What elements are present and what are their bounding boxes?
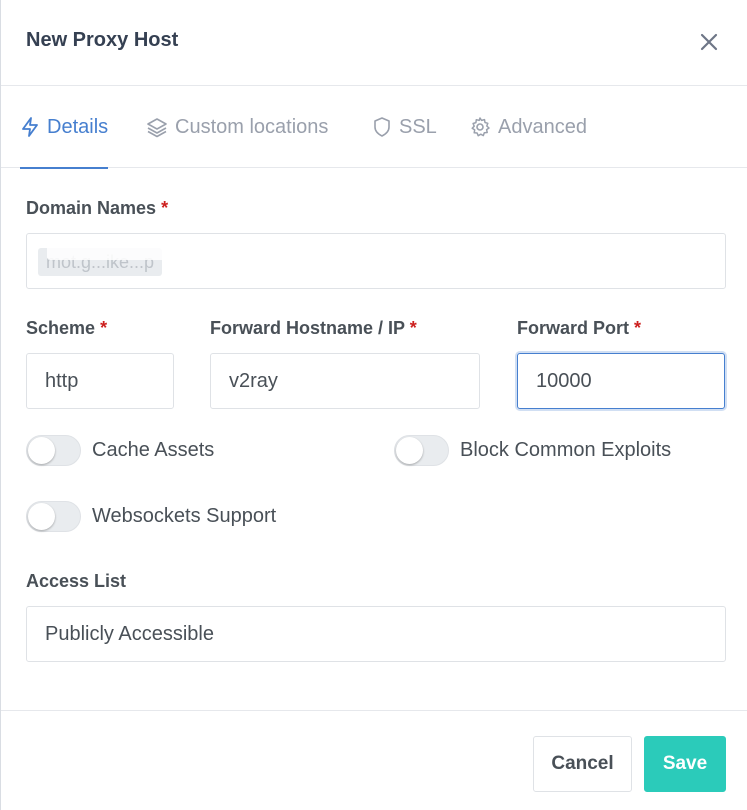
tab-label: Advanced <box>498 115 587 138</box>
block-exploits-toggle[interactable]: Block Common Exploits <box>394 435 671 466</box>
shield-icon <box>374 117 390 137</box>
tab-ssl[interactable]: SSL <box>372 86 437 168</box>
toggle-label: Cache Assets <box>92 439 215 461</box>
required-mark: * <box>161 198 169 218</box>
proxy-host-modal: New Proxy Host Details Custom locations <box>0 0 747 810</box>
label-text: Forward Hostname / IP <box>210 318 405 338</box>
tab-advanced[interactable]: Advanced <box>469 86 587 168</box>
close-icon <box>700 33 718 51</box>
tab-custom-locations[interactable]: Custom locations <box>146 86 328 168</box>
scheme-input[interactable] <box>26 353 174 409</box>
modal-footer: Cancel Save <box>1 710 747 810</box>
modal-header: New Proxy Host <box>1 0 747 86</box>
tab-label: Custom locations <box>175 115 329 138</box>
modal-title: New Proxy Host <box>26 29 179 51</box>
cancel-button[interactable]: Cancel <box>533 736 632 792</box>
tab-bar: Details Custom locations SSL Advanced <box>1 86 747 169</box>
label-text: Domain Names <box>26 198 157 218</box>
tab-label: SSL <box>399 115 437 138</box>
redaction-overlay <box>47 242 227 260</box>
forward-hostname-label: Forward Hostname / IP * <box>210 318 417 339</box>
lightning-icon <box>22 117 38 137</box>
forward-hostname-input[interactable] <box>210 353 480 409</box>
tab-details[interactable]: Details <box>20 86 109 169</box>
toggle-label: Block Common Exploits <box>460 439 672 461</box>
gear-icon <box>471 117 490 137</box>
save-button[interactable]: Save <box>644 736 726 792</box>
required-mark: * <box>634 318 642 338</box>
forward-port-label: Forward Port * <box>517 318 641 339</box>
access-list-label: Access List <box>26 571 127 591</box>
websockets-toggle[interactable]: Websockets Support <box>26 501 276 532</box>
domain-names-input[interactable]: mot.g...ike...p <box>26 233 726 289</box>
toggle-switch[interactable] <box>26 501 81 532</box>
close-button[interactable] <box>695 28 723 56</box>
forward-port-input[interactable] <box>517 353 725 409</box>
label-text: Forward Port <box>517 318 630 338</box>
scheme-label: Scheme * <box>26 318 107 339</box>
label-text: Scheme <box>26 318 96 338</box>
required-mark: * <box>100 318 108 338</box>
domain-names-label: Domain Names * <box>26 198 168 219</box>
tab-label: Details <box>47 115 109 138</box>
required-mark: * <box>409 318 417 338</box>
layers-icon <box>147 118 167 138</box>
toggle-label: Websockets Support <box>92 505 277 527</box>
toggle-switch[interactable] <box>394 435 449 466</box>
cache-assets-toggle[interactable]: Cache Assets <box>26 435 214 466</box>
access-list-select[interactable] <box>26 606 726 662</box>
toggle-switch[interactable] <box>26 435 81 466</box>
